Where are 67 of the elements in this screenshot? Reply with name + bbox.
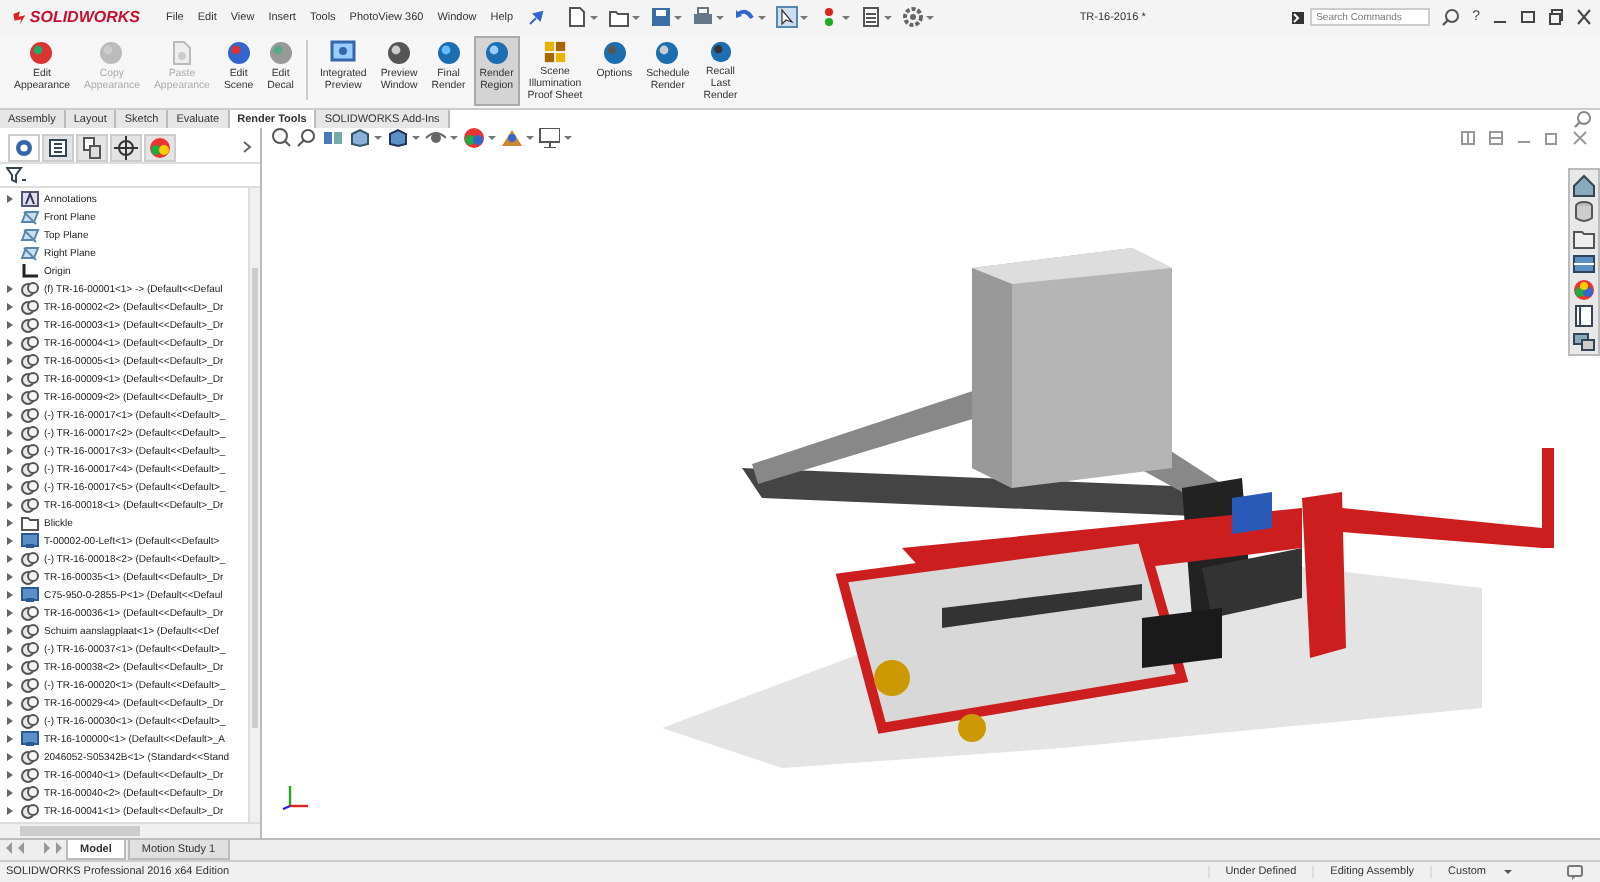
scene-icon[interactable] [500, 128, 522, 148]
appearance-icon[interactable] [462, 128, 484, 148]
plane-icon [20, 208, 40, 226]
assembly-icon [20, 730, 40, 748]
monitor-icon [330, 40, 357, 66]
library-icon[interactable] [1572, 200, 1596, 224]
file-properties-icon[interactable] [859, 6, 882, 28]
logo-text: SOLIDWORKS [29, 8, 140, 26]
plane-icon [20, 226, 40, 244]
assembly-icon [20, 586, 40, 604]
zoom-area-icon[interactable] [296, 128, 318, 148]
expand-arrow-icon[interactable] [6, 194, 14, 204]
command-prompt-icon [1292, 11, 1305, 23]
sphere-icon [483, 40, 510, 66]
plane-icon [20, 244, 40, 262]
logo-icon [12, 7, 28, 27]
tile-icon[interactable] [1460, 130, 1476, 146]
new-document-icon[interactable] [565, 6, 588, 28]
dropdown-caret-icon[interactable] [1502, 866, 1514, 878]
monitor-icon[interactable] [538, 128, 560, 148]
horizontal-scrollbar[interactable] [0, 822, 260, 838]
zoom-icon[interactable] [270, 128, 292, 148]
sphere-icon [267, 40, 294, 66]
hide-show-icon[interactable] [424, 128, 446, 148]
feature-tree-icon[interactable] [12, 135, 36, 159]
settings-icon[interactable] [901, 6, 924, 28]
home-icon[interactable] [1572, 174, 1596, 198]
property-manager-icon[interactable] [46, 135, 70, 159]
sphere-icon [601, 40, 628, 66]
search-icon[interactable] [1574, 110, 1592, 128]
origin-icon [20, 262, 40, 280]
close-icon[interactable] [1576, 8, 1592, 26]
folder-icon [20, 514, 40, 532]
sphere-icon [98, 40, 125, 66]
folder-icon[interactable] [1572, 226, 1596, 250]
axis-triad-icon [282, 782, 310, 810]
search-icon[interactable] [1442, 8, 1461, 26]
page-icon [168, 40, 195, 66]
annotations-icon [20, 190, 40, 208]
chevron-right-icon[interactable] [242, 140, 252, 154]
sphere-icon [386, 40, 413, 66]
configuration-icon[interactable] [80, 135, 104, 159]
view-palette-icon[interactable] [1572, 252, 1596, 276]
save-icon[interactable] [649, 6, 672, 28]
vertical-scrollbar[interactable] [248, 188, 260, 822]
maximize-icon[interactable] [1548, 8, 1564, 26]
assembly-icon [20, 532, 40, 550]
chat-bubble-icon[interactable] [1566, 863, 1584, 881]
grid-icon [542, 40, 568, 64]
pin-icon[interactable] [527, 9, 544, 25]
sphere-icon [707, 40, 734, 64]
sphere-icon [28, 40, 55, 66]
sphere-icon [654, 40, 681, 66]
sphere-icon [225, 40, 252, 66]
open-folder-icon[interactable] [607, 6, 630, 28]
custom-properties-icon[interactable] [1572, 304, 1596, 328]
crosshair-icon[interactable] [114, 135, 138, 159]
sphere-icon [435, 40, 462, 66]
display-manager-icon[interactable] [148, 135, 172, 159]
select-pointer-icon[interactable] [775, 6, 798, 28]
appearance-icon[interactable] [1572, 278, 1596, 302]
filter-icon[interactable] [6, 166, 26, 184]
section-view-icon[interactable] [322, 128, 344, 148]
print-icon[interactable] [691, 6, 714, 28]
solidworks-forum-icon[interactable] [1572, 330, 1596, 354]
split-view-icon[interactable] [1488, 130, 1504, 146]
restore-icon[interactable] [1520, 8, 1536, 26]
